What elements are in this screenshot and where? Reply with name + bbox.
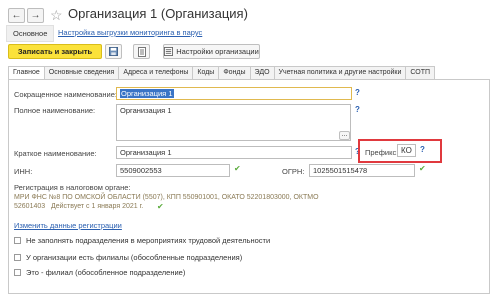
subnav-main[interactable]: Основное (6, 25, 55, 42)
tab-funds[interactable]: Фонды (218, 66, 251, 79)
floppy-disk-icon (109, 47, 118, 56)
inn-value: 5509002553 (120, 166, 162, 175)
org-settings-label: Настройки организации (176, 47, 259, 56)
tab-sotp[interactable]: СОТП (405, 66, 436, 79)
help-icon[interactable]: ? (355, 88, 360, 97)
short-name-input[interactable]: Организация 1 (116, 87, 352, 100)
prefix-label: Префикс: (365, 148, 399, 157)
tab-main[interactable]: Главное (8, 66, 45, 80)
arrow-left-icon: ← (11, 10, 22, 21)
checkbox[interactable] (14, 269, 21, 276)
checkbox[interactable] (14, 237, 21, 244)
checkbox-row[interactable]: Это - филиал (обособленное подразделение… (14, 268, 185, 277)
tab-edo[interactable]: ЭДО (249, 66, 275, 79)
tab-addresses[interactable]: Адреса и телефоны (118, 66, 194, 79)
ogrn-valid-check-icon: ✔ (419, 164, 426, 173)
tax-registration-label: Регистрация в налоговом органе: (14, 183, 131, 192)
print-button[interactable] (133, 44, 150, 59)
full-name-expand-button[interactable]: ... (339, 131, 350, 140)
checkbox-row[interactable]: Не заполнять подразделения в мероприятия… (14, 236, 270, 245)
full-name-textarea[interactable]: Организация 1 (116, 104, 351, 141)
inn-input[interactable]: 5509002553 (116, 164, 230, 177)
tab-codes[interactable]: Коды (192, 66, 220, 79)
short-name-value: Организация 1 (120, 89, 174, 98)
back-button[interactable]: ← (8, 8, 25, 23)
inn-label: ИНН: (14, 167, 33, 176)
help-icon[interactable]: ? (420, 145, 425, 154)
document-list-icon (137, 46, 146, 57)
prefix-input[interactable]: КО (397, 144, 416, 157)
ogrn-label: ОГРН: (282, 167, 305, 176)
tab-basic-info[interactable]: Основные сведения (43, 66, 120, 79)
checkbox-row[interactable]: У организации есть филиалы (обособленные… (14, 253, 242, 262)
favorite-star-icon[interactable]: ☆ (50, 8, 63, 22)
checkbox-label: У организации есть филиалы (обособленные… (26, 253, 243, 262)
ogrn-value: 1025501515478 (313, 166, 368, 175)
tax-registration-line1: МРИ ФНС №8 ПО ОМСКОЙ ОБЛАСТИ (5507), КПП… (14, 194, 319, 201)
short-name-label: Сокращенное наименование: (14, 90, 117, 99)
checkbox-label: Не заполнять подразделения в мероприятия… (26, 236, 271, 245)
prefix-value: КО (401, 146, 412, 155)
inn-valid-check-icon: ✔ (234, 164, 241, 173)
arrow-right-icon: → (30, 10, 41, 21)
ogrn-input[interactable]: 1025501515478 (309, 164, 415, 177)
tab-accounting-policy[interactable]: Учетная политика и другие настройки (273, 66, 407, 79)
help-icon[interactable]: ? (355, 105, 360, 114)
brief-name-value: Организация 1 (120, 148, 172, 157)
window-title: Организация 1 (Организация) (68, 6, 248, 21)
forward-button[interactable]: → (27, 8, 44, 23)
brief-name-input[interactable]: Организация 1 (116, 146, 352, 159)
full-name-label: Полное наименование: (14, 106, 96, 115)
checkbox-label: Это - филиал (обособленное подразделение… (26, 268, 186, 277)
tax-registration-valid: Действует с 1 января 2021 г. (51, 203, 144, 210)
full-name-value: Организация 1 (120, 106, 172, 115)
main-tabs: Главное Основные сведения Адреса и телеф… (8, 66, 436, 80)
save-button[interactable] (105, 44, 122, 59)
tax-valid-check-icon: ✔ (157, 202, 164, 211)
org-settings-button[interactable]: Настройки организации (163, 44, 260, 59)
change-registration-link[interactable]: Изменить данные регистрации (14, 221, 122, 230)
export-settings-link[interactable]: Настройка выгрузки мониторинга в парус (58, 28, 202, 37)
checkbox[interactable] (14, 254, 21, 261)
brief-name-label: Краткое наименование: (14, 149, 97, 158)
tax-registration-line2: 52601403 (14, 203, 46, 210)
save-close-button[interactable]: Записать и закрыть (8, 44, 102, 59)
settings-list-icon (164, 47, 174, 56)
